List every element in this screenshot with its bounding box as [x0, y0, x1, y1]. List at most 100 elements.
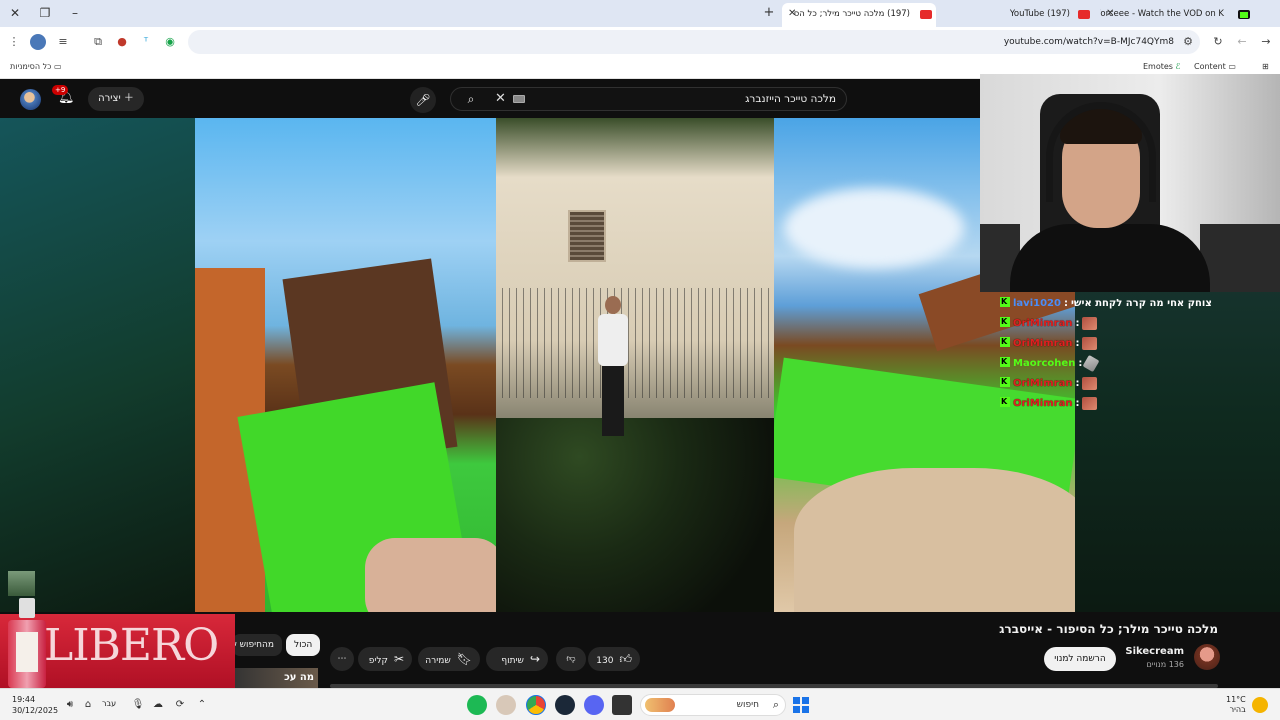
video-frame-center: [496, 118, 774, 612]
chat-message: OriMimran:: [995, 332, 1275, 354]
voice-search-icon[interactable]: 🎤︎: [410, 87, 436, 113]
like-button[interactable]: 👍︎130: [588, 647, 640, 671]
restore-window-icon[interactable]: ❐: [34, 4, 56, 22]
kick-badge-icon: [1000, 292, 1010, 312]
spotify-icon[interactable]: [467, 695, 487, 715]
tab-title: (197) YouTube: [1009, 9, 1070, 19]
steam-icon[interactable]: [555, 695, 575, 715]
app-avatar-icon[interactable]: [496, 695, 516, 715]
emote-feather-icon: [1082, 354, 1100, 372]
folder-icon: ▭: [1228, 62, 1236, 71]
bookmark-content[interactable]: Content ▭: [1194, 62, 1236, 71]
kick-badge-icon: [1000, 312, 1010, 332]
subscribe-button[interactable]: הרשמה למנוי: [1044, 647, 1116, 671]
emote-face-icon: [1082, 396, 1098, 410]
clock[interactable]: 19:44 30/12/2025: [12, 694, 58, 716]
thumbs-down-icon: 👎︎: [566, 654, 576, 664]
windows-start-icon[interactable]: [793, 697, 809, 713]
url-text: youtube.com/watch?v=B-MJc74QYm8: [1003, 37, 1174, 47]
sun-icon: [1252, 697, 1268, 713]
emote-face-icon: [1082, 376, 1098, 390]
volume-icon[interactable]: 🔊︎: [62, 697, 78, 713]
browser-tab-bar: ✕ ❐ – + ✕ Forceee - Watch the VOD on K (…: [0, 0, 1280, 27]
back-icon[interactable]: →: [1258, 34, 1274, 50]
tab-kick[interactable]: ✕ Forceee - Watch the VOD on K: [1100, 3, 1250, 27]
forward-icon[interactable]: ←: [1234, 34, 1250, 50]
cloud-offline-icon[interactable]: ☁: [150, 697, 166, 713]
perfume-bottle-image: [8, 598, 46, 688]
new-tab-button[interactable]: +: [760, 4, 778, 22]
recommended-thumbnail[interactable]: מה עכ: [232, 668, 318, 688]
reading-list-icon[interactable]: ≡: [55, 34, 71, 50]
chat-message: Maorcohen:: [995, 352, 1275, 374]
chat-message: OriMimran:: [995, 392, 1275, 414]
extension-shield-icon[interactable]: ●: [114, 34, 130, 50]
tab-title: Forceee - Watch the VOD on K: [1100, 9, 1224, 19]
filter-chip-from-search[interactable]: מהחיפוש ש: [232, 634, 282, 656]
chrome-icon[interactable]: [526, 695, 546, 715]
file-explorer-icon[interactable]: [612, 695, 632, 715]
network-icon[interactable]: ⌂: [80, 697, 96, 713]
emotes-icon: ℰ: [1175, 62, 1181, 71]
emote-face-icon: [1082, 336, 1098, 350]
tab-youtube-video[interactable]: ✕ (197) מלכה טייכר מילר; כל הס: [782, 3, 936, 27]
clip-button[interactable]: ✂קליפ: [358, 647, 412, 671]
more-actions-button[interactable]: ⋯: [330, 647, 354, 671]
sync-icon[interactable]: ⟳: [172, 697, 188, 713]
thumbs-up-icon: 👍︎: [619, 652, 632, 666]
microphone-icon[interactable]: 🎙︎: [130, 697, 146, 713]
youtube-header: 🔔︎ +9 ＋ יצירה 🎤︎ מלכה טייכר הייזנברג ✕ ⌕: [0, 80, 980, 118]
discord-icon[interactable]: [584, 695, 604, 715]
channel-avatar[interactable]: [1194, 644, 1220, 670]
account-avatar[interactable]: [20, 89, 41, 110]
kick-badge-icon: [1000, 332, 1010, 352]
menu-dots-icon[interactable]: ⋮: [6, 34, 22, 50]
weather-widget[interactable]: 11°C בהיר: [1226, 695, 1246, 715]
notifications-badge: +9: [52, 85, 69, 95]
overlay-thumbnail: [8, 571, 35, 596]
tab-close-icon[interactable]: ✕: [1106, 3, 1114, 25]
reload-icon[interactable]: ↻: [1210, 34, 1226, 50]
share-button[interactable]: ↪שיתוף: [486, 647, 548, 671]
kick-badge-icon: [1000, 372, 1010, 392]
libero-logo: LIBERO: [44, 620, 219, 671]
search-input[interactable]: מלכה טייכר הייזנברג ✕ ⌕: [450, 87, 847, 111]
clear-search-icon[interactable]: ✕: [495, 88, 506, 110]
site-settings-icon[interactable]: ⚙: [1180, 34, 1196, 50]
save-button[interactable]: 🔖︎שמירה: [418, 647, 480, 671]
taskbar-search[interactable]: ⌕ חיפוש: [640, 694, 786, 716]
browser-toolbar: ⋮ ≡ ⧉ ● ᵀ ◉ ☆ ⬒ youtube.com/watch?v=B-MJ…: [0, 27, 1280, 57]
filter-chip-all[interactable]: הכול: [286, 634, 321, 656]
windows-taskbar: 19:44 30/12/2025 🔊︎ ⌂ עבר 🎙︎ ☁ ⟳ ⌃ ⌕ חיפ…: [0, 688, 1280, 720]
create-button[interactable]: ＋ יצירה: [88, 87, 144, 111]
search-icon[interactable]: ⌕: [459, 90, 483, 108]
keyboard-icon[interactable]: [513, 95, 525, 103]
kick-icon: [1238, 10, 1250, 19]
extensions-icon[interactable]: ⧉: [90, 34, 106, 50]
chat-message: lavi1020:צוחק אחי מה קרה לקחת אישי: [995, 292, 1275, 314]
kick-badge-icon: [1000, 392, 1010, 412]
video-title: מלכה טייכר מילר; כל הסיפור - אייסברג: [999, 622, 1218, 636]
language-indicator[interactable]: עבר: [102, 699, 116, 708]
kick-badge-icon: [1000, 352, 1010, 372]
scissors-icon: ✂: [393, 652, 404, 666]
emote-face-icon: [1082, 316, 1098, 330]
folder-icon: ▭: [53, 62, 62, 71]
bookmark-emotes[interactable]: Emotes ℰ: [1143, 62, 1180, 71]
tab-youtube-home[interactable]: (197) YouTube: [940, 3, 1096, 27]
chevron-up-icon[interactable]: ⌃: [194, 697, 210, 713]
extension-grammar-icon[interactable]: ◉: [162, 34, 178, 50]
plus-icon: ＋: [123, 93, 134, 104]
minimize-window-icon[interactable]: –: [64, 4, 86, 22]
dislike-button[interactable]: 👎︎: [556, 647, 586, 671]
extension-translate-icon[interactable]: ᵀ: [138, 34, 154, 50]
tab-title: (197) מלכה טייכר מילר; כל הס: [793, 9, 910, 19]
profile-avatar-icon[interactable]: [30, 34, 46, 50]
all-bookmarks[interactable]: כל הסימניות ▭: [10, 62, 62, 71]
more-dots-icon: ⋯: [337, 654, 347, 664]
close-window-icon[interactable]: ✕: [4, 4, 26, 22]
person-figure: [596, 296, 630, 446]
tab-close-icon[interactable]: ✕: [788, 3, 796, 25]
address-bar[interactable]: youtube.com/watch?v=B-MJc74QYm8 ⚙: [188, 30, 1200, 54]
apps-grid-icon[interactable]: ⊞: [1262, 62, 1269, 71]
